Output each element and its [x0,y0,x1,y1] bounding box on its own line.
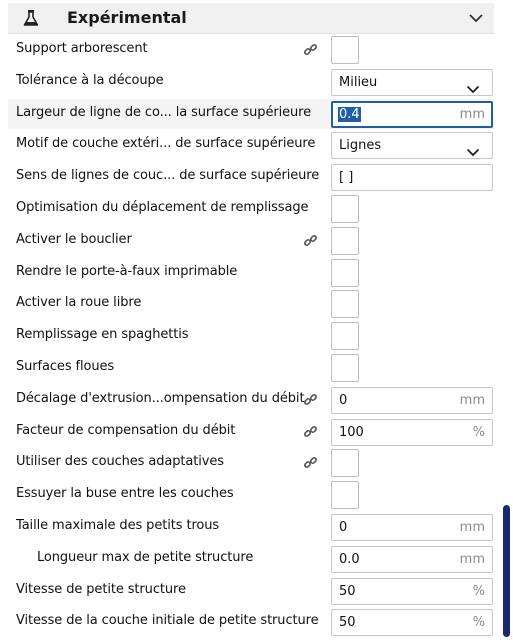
setting-row: Surfaces floues [0,352,513,384]
setting-checkbox[interactable] [331,290,359,319]
section-header-experimental[interactable]: Expérimental [8,3,494,34]
setting-checkbox[interactable] [331,449,359,478]
setting-label: Activer la roue libre [16,295,142,311]
setting-row: Longueur max de petite structure 0.0 mm [0,543,513,575]
setting-input[interactable]: 50% [331,577,493,605]
setting-row: Essuyer la buse entre les couches [0,479,513,511]
setting-row: Facteur de compensation du débit 100% [0,416,513,448]
setting-label: Largeur de ligne de co... la surface sup… [16,104,312,120]
setting-value: 50 [339,615,356,631]
setting-input[interactable]: 0 mm [331,386,493,414]
link-chain-icon[interactable] [303,233,318,248]
setting-input[interactable]: 100% [331,418,493,446]
setting-unit: mm [459,106,485,122]
setting-row: Activer le bouclier [0,225,513,257]
setting-row: Rendre le porte-à-faux imprimable [0,257,513,289]
setting-unit: mm [459,392,485,408]
setting-unit: % [472,424,485,440]
setting-unit: mm [459,551,485,567]
setting-row: Vitesse de la couche initiale de petite … [0,606,513,638]
setting-row: Taille maximale des petits trous 0 mm [0,511,513,543]
setting-value: 0.0 [339,551,360,567]
setting-label: Taille maximale des petits trous [16,517,220,533]
setting-row: Remplissage en spaghettis [0,320,513,352]
link-chain-icon[interactable] [303,392,318,407]
setting-value: 100 [339,424,364,440]
setting-label: Longueur max de petite structure [37,549,254,565]
setting-row: Activer la roue libre [0,288,513,320]
setting-label: Support arborescent [16,41,148,56]
link-chain-icon[interactable] [303,42,318,57]
setting-dropdown[interactable]: Milieu [331,68,493,96]
setting-checkbox[interactable] [331,353,359,382]
chevron-down-icon [466,79,480,94]
setting-value: 0 [339,392,348,408]
flask-icon [23,10,39,26]
setting-checkbox[interactable] [331,194,359,223]
setting-value: Lignes [339,138,382,154]
chevron-down-icon [466,142,480,157]
setting-row: Utiliser des couches adaptatives [0,447,513,479]
setting-input[interactable]: 0.4 mm [331,100,493,128]
setting-checkbox[interactable] [331,322,359,351]
setting-label: Optimisation du déplacement de remplissa… [16,199,309,215]
section-title: Expérimental [67,8,187,27]
setting-label: Motif de couche extéri... de surface sup… [16,136,316,152]
setting-label: Essuyer la buse entre les couches [16,486,234,502]
setting-value: 0.4 [338,106,361,122]
setting-unit: % [472,583,485,599]
setting-label: Utiliser des couches adaptatives [16,454,224,470]
setting-value: 0 [339,519,348,535]
setting-row: Motif de couche extéri... de surface sup… [0,129,513,161]
setting-label: Tolérance à la découpe [16,72,164,88]
setting-label: Surfaces floues [16,358,115,374]
setting-input[interactable]: 0 mm [331,513,493,541]
settings-list: Support arborescent Tolérance à la découp… [0,34,513,638]
setting-label: Remplissage en spaghettis [16,327,189,343]
setting-value: Milieu [339,74,378,90]
setting-input[interactable]: [ ] [331,164,493,192]
setting-checkbox[interactable] [331,481,359,510]
scrollbar-thumb[interactable] [503,505,510,637]
setting-unit: mm [459,519,485,535]
setting-label: Activer le bouclier [16,231,132,247]
setting-checkbox[interactable] [331,258,359,287]
setting-unit: % [472,615,485,631]
setting-value: [ ] [339,170,354,186]
setting-row: Vitesse de petite structure 50% [0,575,513,607]
setting-row: Largeur de ligne de co... la surface sup… [0,98,513,130]
setting-label: Rendre le porte-à-faux imprimable [16,263,238,279]
chevron-down-icon[interactable] [468,12,484,24]
setting-row: Optimisation du déplacement de remplissa… [0,193,513,225]
setting-label: Vitesse de la couche initiale de petite … [16,613,319,629]
setting-input[interactable]: 50% [331,609,493,637]
setting-checkbox[interactable] [331,36,359,64]
setting-row: Sens de lignes de couc... de surface sup… [0,161,513,193]
setting-label: Facteur de compensation du débit [16,422,236,438]
setting-input[interactable]: 0.0 mm [331,545,493,573]
setting-row: Décalage d'extrusion...ompensation du dé… [0,384,513,416]
setting-label: Vitesse de petite structure [16,581,186,597]
setting-value: 50 [339,583,356,599]
setting-row: Support arborescent [0,34,513,66]
setting-checkbox[interactable] [331,226,359,255]
setting-dropdown[interactable]: Lignes [331,132,493,160]
setting-label: Décalage d'extrusion...ompensation du dé… [16,390,305,406]
setting-label: Sens de lignes de couc... de surface sup… [16,168,320,184]
link-chain-icon[interactable] [303,424,318,439]
setting-row: Tolérance à la découpe Milieu [0,66,513,98]
link-chain-icon[interactable] [303,455,318,470]
